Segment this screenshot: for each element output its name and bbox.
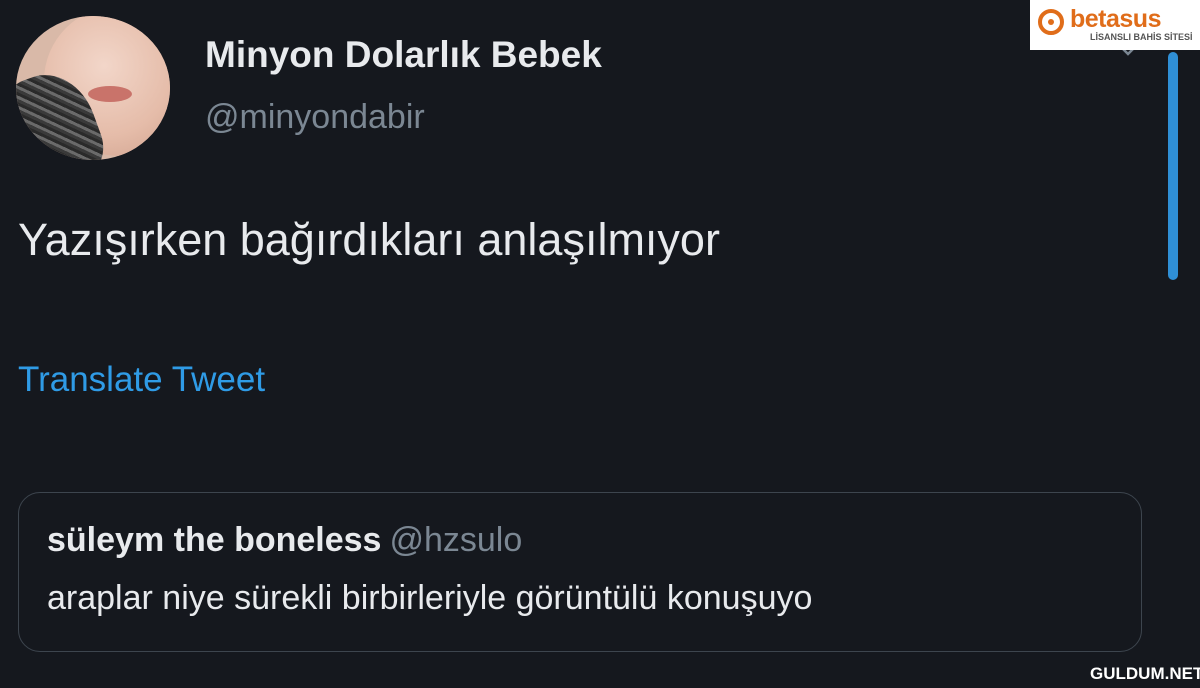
watermark: GULDUM.NET <box>1090 664 1200 683</box>
tweet-text: Yazışırken bağırdıkları anlaşılmıyor <box>18 214 720 265</box>
scrollbar[interactable] <box>1168 52 1178 280</box>
logo-tagline: LİSANSLI BAHİS SİTESİ <box>1090 32 1193 42</box>
author-handle[interactable]: @minyondabir <box>205 98 425 137</box>
tweet-card: Minyon Dolarlık Bebek @minyondabir Yazış… <box>0 0 1200 688</box>
betasus-logo: betasus LİSANSLI BAHİS SİTESİ <box>1030 0 1200 50</box>
avatar-lips <box>88 86 132 102</box>
logo-brand: betasus <box>1070 5 1161 33</box>
betasus-logo-icon <box>1038 9 1064 35</box>
avatar[interactable] <box>16 16 170 160</box>
quoted-tweet-text: araplar niye sürekli birbirleriyle görün… <box>47 579 813 617</box>
quoted-author-handle: @hzsulo <box>389 521 523 559</box>
translate-tweet-link[interactable]: Translate Tweet <box>18 360 265 400</box>
quoted-author-name: süleym the boneless <box>47 521 382 559</box>
quoted-author-line: süleym the boneless @hzsulo <box>47 521 522 560</box>
author-display-name[interactable]: Minyon Dolarlık Bebek <box>205 34 602 76</box>
quoted-tweet[interactable]: süleym the boneless @hzsulo araplar niye … <box>18 492 1142 652</box>
